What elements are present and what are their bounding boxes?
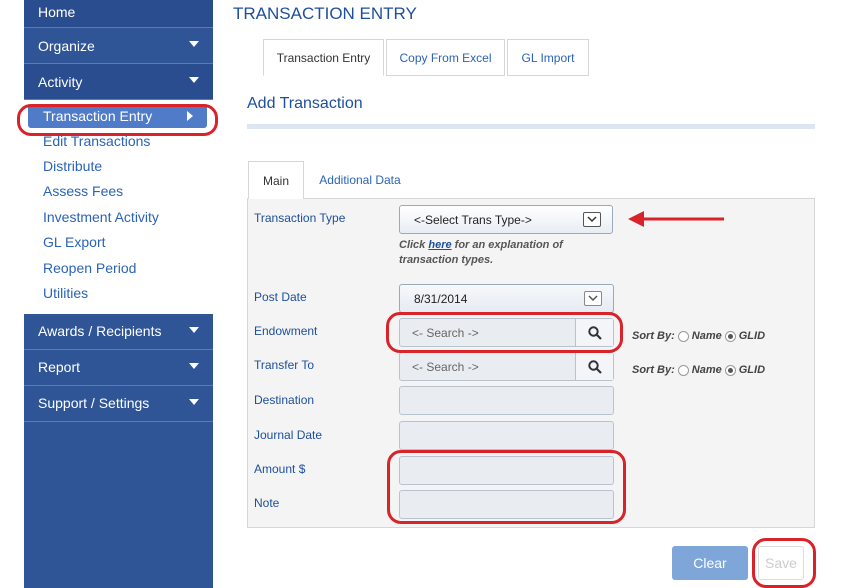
destination-field[interactable] xyxy=(399,386,614,415)
nav-support[interactable]: Support / Settings xyxy=(24,386,213,422)
sidebar-item-investment-activity[interactable]: Investment Activity xyxy=(24,204,213,229)
sort-by-label: Sort By: xyxy=(632,330,675,342)
nav-support-label: Support / Settings xyxy=(38,395,150,412)
nav-report-label: Report xyxy=(38,359,81,376)
sidebar-item-reopen-period[interactable]: Reopen Period xyxy=(24,255,213,280)
tab-gl-import[interactable]: GL Import xyxy=(507,39,589,76)
sidebar: Home Organize Activity Transaction Entry… xyxy=(24,0,213,588)
transaction-type-value: <-Select Trans Type-> xyxy=(414,212,532,227)
endowment-sort-by: Sort By: Name GLID xyxy=(632,330,765,342)
sort-glid-label: GLID xyxy=(738,330,766,342)
note-label: Note xyxy=(254,496,280,510)
chevron-down-icon xyxy=(189,41,199,47)
chevron-down-icon xyxy=(189,362,199,369)
nav-activity[interactable]: Activity xyxy=(24,64,213,100)
transfer-to-sort-by: Sort By: Name GLID xyxy=(632,364,765,376)
nav-home-label: Home xyxy=(38,4,76,20)
tab-additional-data[interactable]: Additional Data xyxy=(310,161,410,199)
sort-by-label: Sort By: xyxy=(632,364,675,376)
tab-main[interactable]: Main xyxy=(248,161,304,199)
highlight-save xyxy=(752,538,816,588)
destination-label: Destination xyxy=(254,393,315,407)
transaction-type-select[interactable]: <-Select Trans Type-> xyxy=(399,205,613,234)
search-icon[interactable] xyxy=(575,353,613,380)
transfer-to-search[interactable]: <- Search -> xyxy=(399,352,614,381)
journal-date-field[interactable] xyxy=(399,421,614,450)
chevron-down-icon xyxy=(584,291,602,306)
endowment-label: Endowment xyxy=(254,324,318,338)
sidebar-item-assess-fees[interactable]: Assess Fees xyxy=(24,179,213,204)
post-date-value: 8/31/2014 xyxy=(414,291,468,306)
nav-home[interactable]: Home xyxy=(24,0,213,28)
nav-awards[interactable]: Awards / Recipients xyxy=(24,314,213,350)
chevron-down-icon xyxy=(189,77,199,83)
nav-awards-label: Awards / Recipients xyxy=(38,323,162,340)
divider xyxy=(247,124,815,129)
transfer-to-label: Transfer To xyxy=(254,358,315,372)
nav-organize[interactable]: Organize xyxy=(24,28,213,64)
sidebar-item-utilities[interactable]: Utilities xyxy=(24,280,213,305)
chevron-down-icon xyxy=(189,326,199,333)
section-title: Add Transaction xyxy=(247,95,363,112)
sort-name-label: Name xyxy=(691,330,722,342)
chevron-down-icon xyxy=(189,398,199,405)
chevron-down-icon xyxy=(583,212,601,227)
hint-link[interactable]: here xyxy=(428,239,451,251)
sort-name-radio[interactable] xyxy=(677,330,689,342)
post-date-label: Post Date xyxy=(254,290,307,304)
transaction-type-hint: Click here for an explanation of transac… xyxy=(399,238,599,268)
highlight-amount-note xyxy=(387,450,626,524)
nav-report[interactable]: Report xyxy=(24,350,213,386)
highlight-endowment xyxy=(386,312,623,353)
arrow-annotation-icon xyxy=(628,211,724,227)
page-title: TRANSACTION ENTRY xyxy=(233,4,417,23)
tab-transaction-entry[interactable]: Transaction Entry xyxy=(263,39,384,76)
sidebar-item-distribute[interactable]: Distribute xyxy=(24,153,213,178)
sidebar-item-gl-export[interactable]: GL Export xyxy=(24,230,213,255)
sort-name-radio[interactable] xyxy=(677,364,689,376)
tab-copy-from-excel[interactable]: Copy From Excel xyxy=(386,39,505,76)
nav-activity-label: Activity xyxy=(38,73,83,90)
transfer-to-search-input[interactable]: <- Search -> xyxy=(400,353,575,380)
highlight-transaction-entry xyxy=(17,104,218,136)
post-date-select[interactable]: 8/31/2014 xyxy=(399,284,614,313)
hint-text-pre: Click xyxy=(399,239,429,251)
sort-name-label: Name xyxy=(691,364,722,376)
journal-date-label: Journal Date xyxy=(254,428,323,442)
nav-organize-label: Organize xyxy=(38,37,95,54)
clear-button[interactable]: Clear xyxy=(672,546,748,580)
amount-label: Amount $ xyxy=(254,462,306,476)
transaction-type-label: Transaction Type xyxy=(254,211,346,225)
sort-glid-radio[interactable] xyxy=(724,364,736,376)
sort-glid-label: GLID xyxy=(738,364,766,376)
sort-glid-radio[interactable] xyxy=(724,330,736,342)
